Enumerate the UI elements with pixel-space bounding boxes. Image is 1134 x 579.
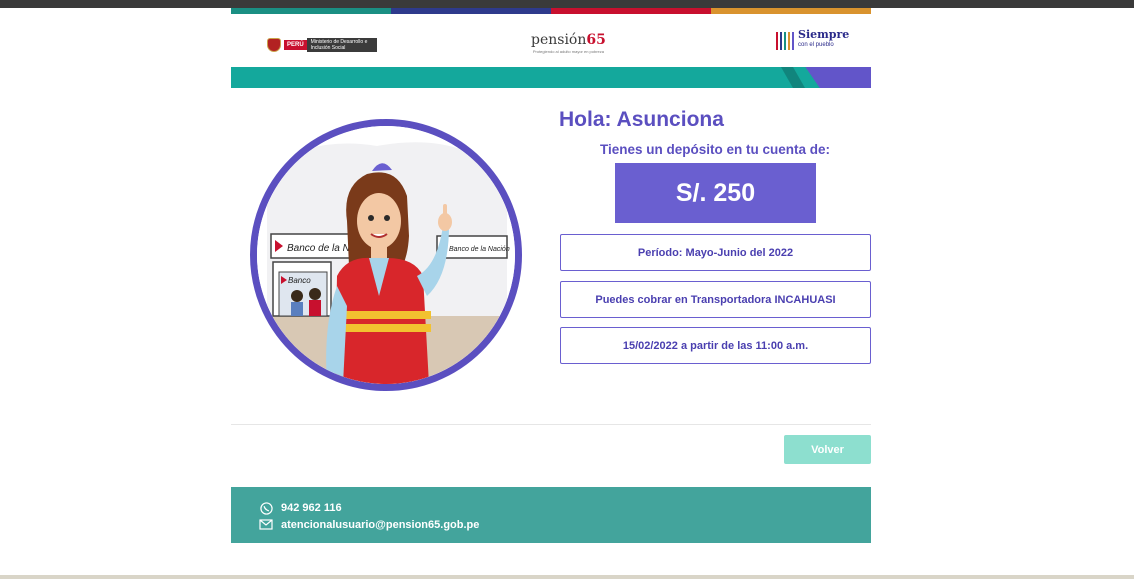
siempre-bars-icon [776, 30, 794, 50]
teal-banner [231, 67, 871, 88]
bank-sign-right: Banco de la Nación [449, 246, 510, 253]
footer-email: atencionalusuario@pension65.gob.pe [259, 518, 479, 532]
actions-row: Volver [231, 425, 871, 487]
footer-phone: 942 962 116 [259, 501, 342, 515]
bottom-bar [0, 575, 1134, 579]
email-link[interactable]: atencionalusuario@pension65.gob.pe [281, 519, 479, 531]
ministerio-label: Ministerio de Desarrollo e Inclusión Soc… [306, 38, 377, 52]
page-container: PERÚ Ministerio de Desarrollo e Inclusió… [231, 8, 871, 543]
bank-agent-illustration-icon: Banco de la Nación Banco de la Nación Ba… [257, 126, 515, 384]
deposit-amount: S/. 250 [615, 163, 816, 223]
siempre-title: Siempre [798, 28, 850, 41]
top-browser-bar [0, 0, 1134, 8]
pension65-logo: pensión65 Protegiendo al adulto mayor en… [531, 32, 606, 54]
peru-label: PERÚ [284, 40, 307, 50]
deposit-label: Tienes un depósito en tu cuenta de: [599, 142, 831, 157]
siempre-subtitle: con el pueblo [798, 42, 834, 48]
period-box: Período: Mayo-Junio del 2022 [560, 234, 871, 271]
pension-tagline: Protegiendo al adulto mayor en pobreza [532, 49, 605, 54]
date-time-box: 15/02/2022 a partir de las 11:00 a.m. [560, 327, 871, 364]
whatsapp-icon [259, 501, 273, 515]
pension-number: 65 [586, 32, 606, 48]
footer: 942 962 116 atencionalusuario@pension65.… [231, 487, 871, 543]
peru-shield-icon [267, 38, 281, 52]
siempre-logo: Siempre con el pueblo [776, 28, 850, 50]
bank-sign-door: Banco [288, 276, 311, 285]
volver-button[interactable]: Volver [784, 435, 871, 464]
ministerio-logo: PERÚ Ministerio de Desarrollo e Inclusió… [267, 38, 377, 52]
pension-name: pensión [531, 32, 587, 48]
collection-place-box: Puedes cobrar en Transportadora INCAHUAS… [560, 281, 871, 318]
mail-icon [259, 518, 273, 532]
logos-header: PERÚ Ministerio de Desarrollo e Inclusió… [231, 14, 871, 67]
agent-illustration: Banco de la Nación Banco de la Nación Ba… [250, 119, 522, 391]
phone-text: 942 962 116 [281, 502, 342, 514]
main-content: Banco de la Nación Banco de la Nación Ba… [231, 88, 871, 425]
greeting-heading: Hola: Asunciona [559, 108, 724, 131]
